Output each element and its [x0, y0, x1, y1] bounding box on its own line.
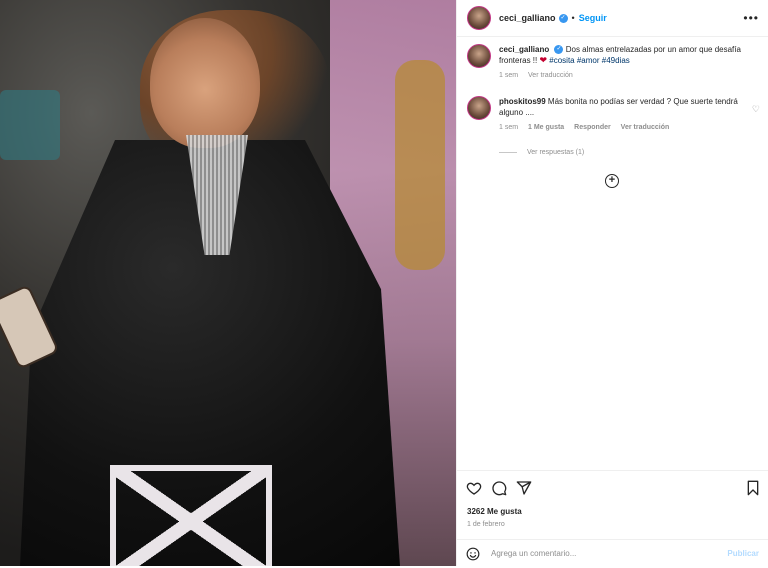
- heart-icon[interactable]: [466, 480, 482, 496]
- caption: ceci_galliano ✓ Dos almas entrelazadas p…: [467, 44, 762, 79]
- plus-circle-icon[interactable]: +: [605, 174, 619, 188]
- hashtag-link[interactable]: #cosita: [549, 56, 574, 65]
- replies-divider: [499, 152, 517, 153]
- comment-translate-link[interactable]: Ver traducción: [621, 124, 670, 131]
- verified-badge-icon: ✓: [554, 45, 564, 55]
- post-header: ceci_galliano ✓ • Seguir •••: [457, 0, 768, 37]
- caption-translate-link[interactable]: Ver traducción: [528, 72, 573, 79]
- hashtag-link[interactable]: #amor: [577, 56, 600, 65]
- publish-button[interactable]: Publicar: [727, 549, 759, 558]
- caption-author[interactable]: ceci_galliano: [499, 45, 549, 54]
- separator-dot: •: [571, 13, 575, 23]
- instagram-post-view: ceci_galliano ✓ • Seguir ••• ceci_gallia…: [0, 0, 768, 566]
- comment-likes[interactable]: 1 Me gusta: [528, 124, 564, 131]
- stool: [110, 465, 272, 566]
- heart-emoji-icon: ❤: [539, 55, 548, 65]
- comment-time: 1 sem: [499, 124, 519, 131]
- share-icon[interactable]: [516, 480, 532, 496]
- face: [150, 18, 260, 148]
- post-photo[interactable]: [0, 0, 456, 566]
- post-date: 1 de febrero: [467, 521, 505, 528]
- emoji-icon[interactable]: [466, 547, 480, 561]
- post-sidebar: ceci_galliano ✓ • Seguir ••• ceci_gallia…: [456, 0, 768, 566]
- author-username[interactable]: ceci_galliano: [499, 13, 556, 23]
- commenter-avatar[interactable]: [467, 96, 491, 120]
- verified-badge-icon: ✓: [558, 13, 568, 23]
- likes-count[interactable]: 3262 Me gusta: [467, 507, 522, 516]
- comment: phoskitos99 Más bonita no podías ser ver…: [467, 96, 762, 131]
- add-comment-bar: Publicar: [457, 539, 768, 568]
- view-replies-button[interactable]: Ver respuestas (1): [499, 149, 584, 156]
- more-options-icon[interactable]: •••: [743, 11, 759, 25]
- comment-like-icon[interactable]: ♡: [752, 104, 760, 115]
- action-bar: 3262 Me gusta 1 de febrero Publicar: [457, 470, 768, 567]
- hashtag-link[interactable]: #49dias: [602, 56, 630, 65]
- author-avatar[interactable]: [467, 6, 491, 30]
- caption-author-avatar[interactable]: [467, 44, 491, 68]
- background-light: [395, 60, 445, 270]
- view-replies-label: Ver respuestas (1): [527, 149, 585, 156]
- follow-button[interactable]: Seguir: [579, 13, 607, 23]
- reply-button[interactable]: Responder: [574, 124, 611, 131]
- comment-icon[interactable]: [491, 480, 507, 496]
- background-light: [0, 90, 60, 160]
- bookmark-icon[interactable]: [745, 480, 761, 496]
- comment-input[interactable]: [491, 549, 711, 558]
- caption-time: 1 sem: [499, 72, 519, 79]
- commenter-username[interactable]: phoskitos99: [499, 97, 546, 106]
